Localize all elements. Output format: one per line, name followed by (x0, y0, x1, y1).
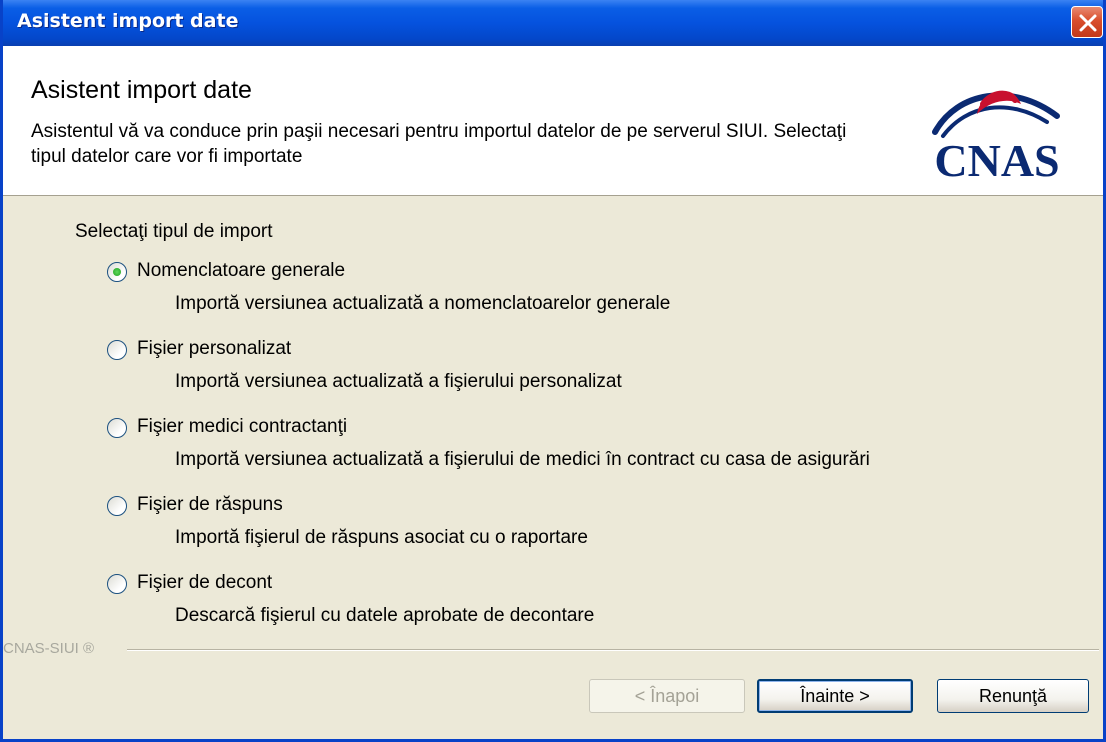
header-title: Asistent import date (31, 76, 252, 104)
wizard-body: Selectaţi tipul de import Nomenclatoare … (3, 197, 1103, 739)
option-description: Importă fişierul de răspuns asociat cu o… (175, 527, 588, 548)
title-bar[interactable]: Asistent import date (3, 0, 1103, 46)
close-button[interactable] (1071, 6, 1103, 38)
next-button[interactable]: Înainte > (757, 679, 913, 713)
option-description: Importă versiunea actualizată a fişierul… (175, 371, 622, 392)
option-description: Importă versiunea actualizată a nomencla… (175, 293, 671, 314)
radio-button[interactable] (107, 574, 127, 594)
option-label[interactable]: Nomenclatoare generale (137, 260, 345, 282)
footer-brand: CNAS-SIUI ® (3, 640, 95, 657)
radio-button[interactable] (107, 340, 127, 360)
option-label[interactable]: Fişier de răspuns (137, 494, 283, 516)
radio-button[interactable] (107, 496, 127, 516)
window-title: Asistent import date (17, 10, 239, 32)
wizard-header: Asistent import date Asistentul vă va co… (3, 46, 1103, 196)
header-description: Asistentul vă va conduce prin paşii nece… (31, 121, 847, 167)
option-nomenclatoare-generale[interactable]: Nomenclatoare generale Importă versiunea… (107, 259, 1087, 329)
radio-button-checked[interactable] (107, 262, 127, 282)
option-label[interactable]: Fişier de decont (137, 572, 272, 594)
option-label[interactable]: Fişier medici contractanţi (137, 416, 347, 438)
import-type-label: Selectaţi tipul de import (75, 221, 273, 242)
option-fisier-de-decont[interactable]: Fişier de decont Descarcă fişierul cu da… (107, 571, 1087, 641)
cnas-logo: CNAS (932, 90, 1060, 186)
back-button[interactable]: < Înapoi (589, 679, 745, 713)
close-icon (1079, 14, 1097, 32)
option-fisier-de-raspuns[interactable]: Fişier de răspuns Importă fişierul de ră… (107, 493, 1087, 563)
option-fisier-personalizat[interactable]: Fişier personalizat Importă versiunea ac… (107, 337, 1087, 407)
logo-text: CNAS (934, 135, 1059, 186)
option-fisier-medici-contractanti[interactable]: Fişier medici contractanţi Importă versi… (107, 415, 1087, 485)
option-description: Importă versiunea actualizată a fişierul… (175, 449, 870, 470)
import-wizard-window: Asistent import date Asistent import dat… (0, 0, 1106, 742)
option-description: Descarcă fişierul cu datele aprobate de … (175, 605, 595, 626)
option-label[interactable]: Fişier personalizat (137, 338, 291, 360)
cancel-button[interactable]: Renunţă (937, 679, 1089, 713)
radio-button[interactable] (107, 418, 127, 438)
footer-divider (127, 649, 1099, 651)
